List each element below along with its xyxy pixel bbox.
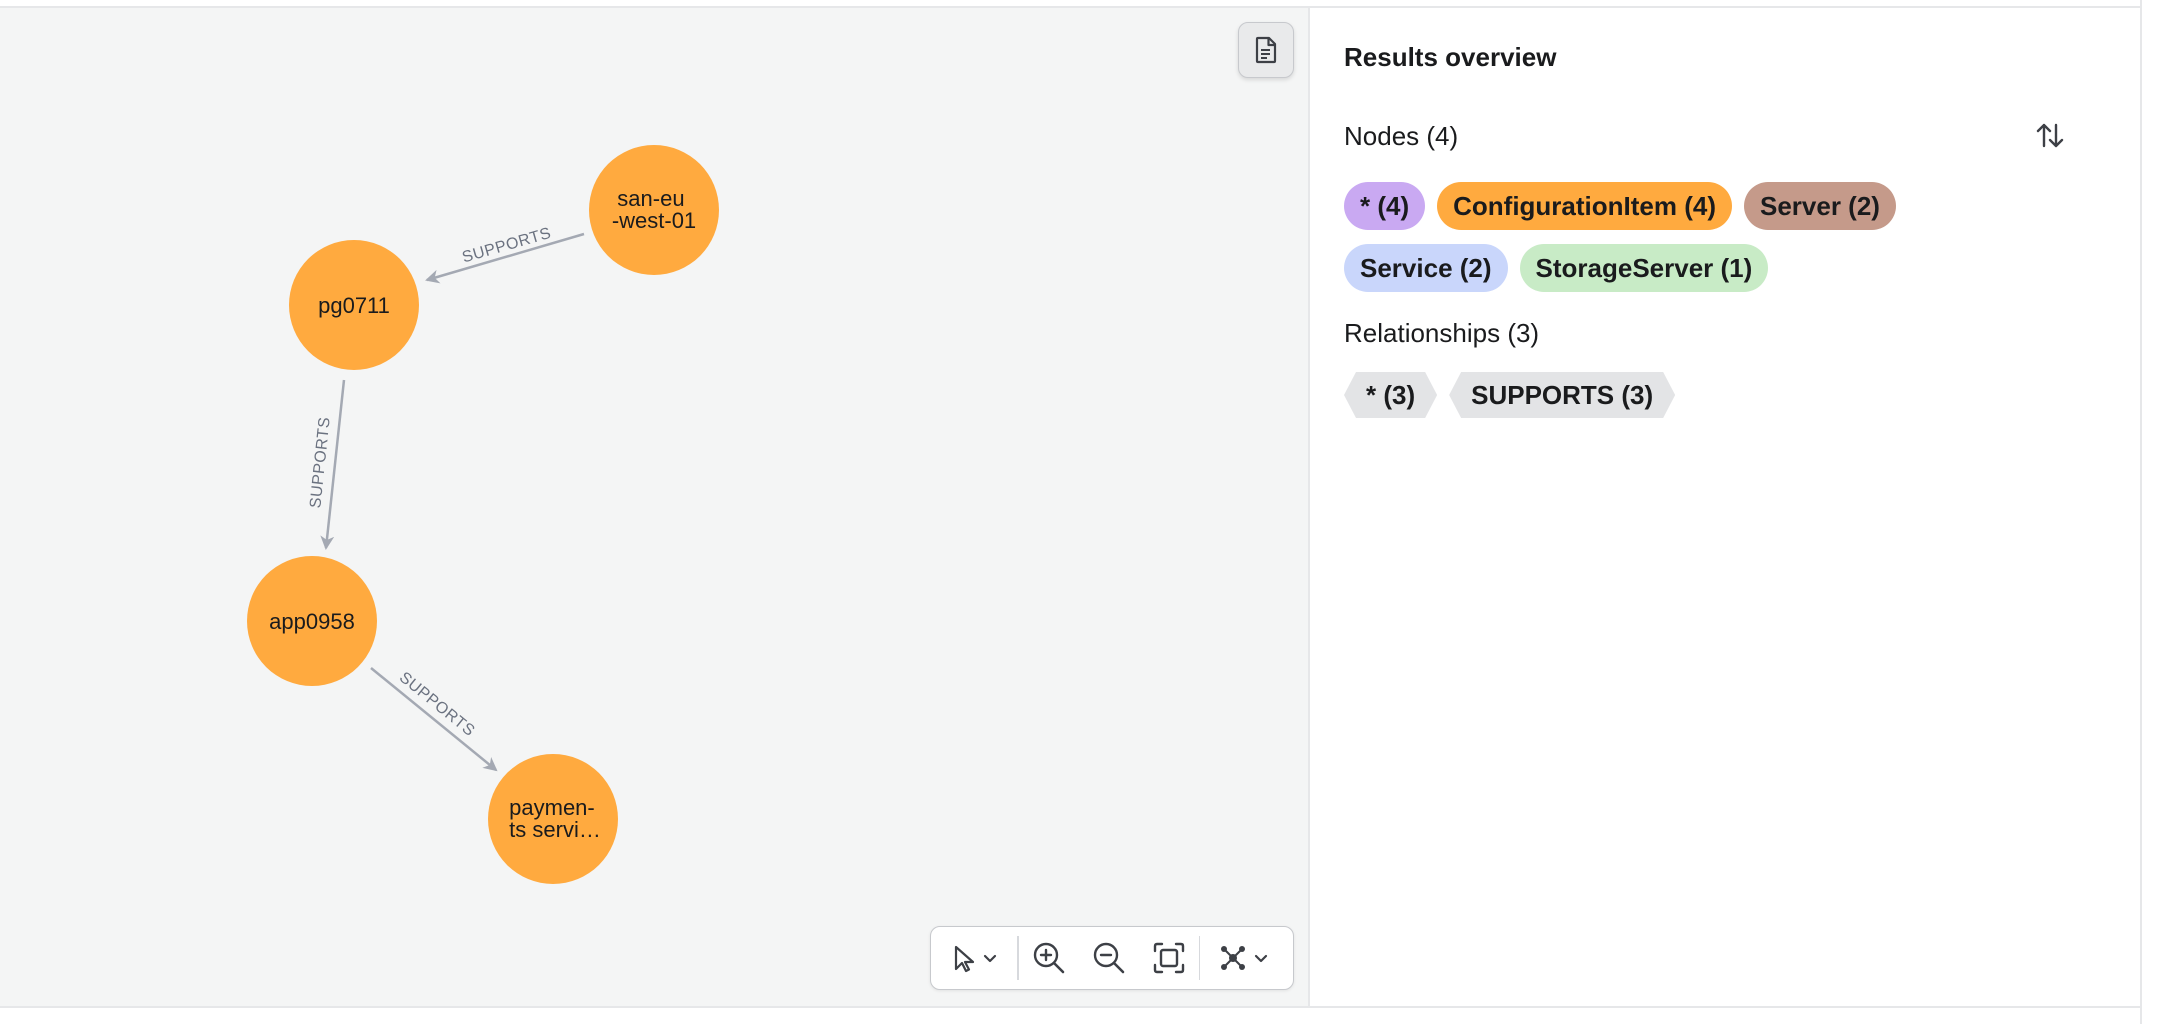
fit-to-screen-button[interactable]: [1139, 927, 1199, 989]
node-label: san-eu -west-01: [612, 186, 696, 233]
chevron-down-icon: [983, 954, 997, 963]
graph-node[interactable]: pg0711: [289, 240, 419, 370]
graph-node[interactable]: app0958: [247, 556, 377, 686]
graph-node[interactable]: san-eu -west-01: [589, 145, 719, 275]
canvas-toolbar: [930, 926, 1294, 990]
fit-to-screen-icon: [1153, 942, 1184, 974]
node-chip-configurationitem[interactable]: ConfigurationItem (4): [1437, 182, 1732, 230]
right-border: [2140, 0, 2142, 1024]
edge-line: [370, 667, 498, 772]
bottom-border: [0, 1006, 2142, 1008]
relationship-edge[interactable]: SUPPORTS: [307, 379, 346, 550]
graph-view[interactable]: SUPPORTS SUPPORTS SUPPORTS san-eu -west-…: [0, 8, 1308, 1006]
sort-button[interactable]: [2030, 116, 2070, 156]
document-icon: [1255, 36, 1277, 64]
node-label: pg0711: [318, 293, 390, 318]
node-label: paymen- ts servi…: [509, 795, 601, 842]
node-label-chips: * (4) ConfigurationItem (4) Server (2): [1344, 182, 1896, 230]
nodes-section-label: Nodes (4): [1344, 121, 1459, 151]
relationship-chip-all[interactable]: * (3): [1344, 372, 1437, 418]
node-chip-server[interactable]: Server (2): [1744, 182, 1896, 230]
node-label: app0958: [269, 609, 355, 634]
zoom-out-icon: [1093, 942, 1124, 974]
edge-label: SUPPORTS: [460, 225, 553, 267]
layout-graph-icon: [1221, 946, 1268, 970]
sort-arrows-icon: [2036, 123, 2064, 148]
node-label-line: ts servi…: [509, 817, 601, 842]
top-border: [0, 0, 2142, 8]
node-chip-all[interactable]: * (4): [1344, 182, 1426, 230]
select-mode-button[interactable]: [931, 927, 1017, 989]
node-chip-storageserver[interactable]: StorageServer (1): [1519, 244, 1769, 292]
results-overview-panel: Results overview Nodes (4) * (4) Configu…: [1310, 8, 2140, 1006]
node-label-line: -west-01: [612, 208, 696, 233]
edge-label: SUPPORTS: [396, 669, 478, 740]
relationship-edge[interactable]: SUPPORTS: [425, 225, 585, 284]
chevron-down-icon: [1254, 954, 1268, 963]
zoom-out-button[interactable]: [1079, 927, 1139, 989]
relationship-type-chips: * (3) SUPPORTS (3): [1344, 372, 1675, 418]
zoom-in-button[interactable]: [1019, 927, 1079, 989]
node-label-chips: Service (2) StorageServer (1): [1344, 244, 1769, 292]
relationship-edge[interactable]: SUPPORTS: [370, 667, 498, 772]
document-button[interactable]: [1238, 22, 1294, 78]
graph-node[interactable]: paymen- ts servi…: [488, 754, 618, 884]
edge-label: SUPPORTS: [307, 416, 333, 509]
node-chip-service[interactable]: Service (2): [1344, 244, 1508, 292]
select-pointer-icon: [954, 945, 997, 973]
zoom-in-icon: [1033, 942, 1064, 974]
panel-title: Results overview: [1344, 42, 1557, 72]
layout-button[interactable]: [1200, 927, 1290, 989]
relationships-section-label: Relationships (3): [1344, 318, 1540, 348]
graph-canvas[interactable]: SUPPORTS SUPPORTS SUPPORTS san-eu -west-…: [0, 8, 1310, 1006]
relationship-chip-supports[interactable]: SUPPORTS (3): [1449, 372, 1675, 418]
